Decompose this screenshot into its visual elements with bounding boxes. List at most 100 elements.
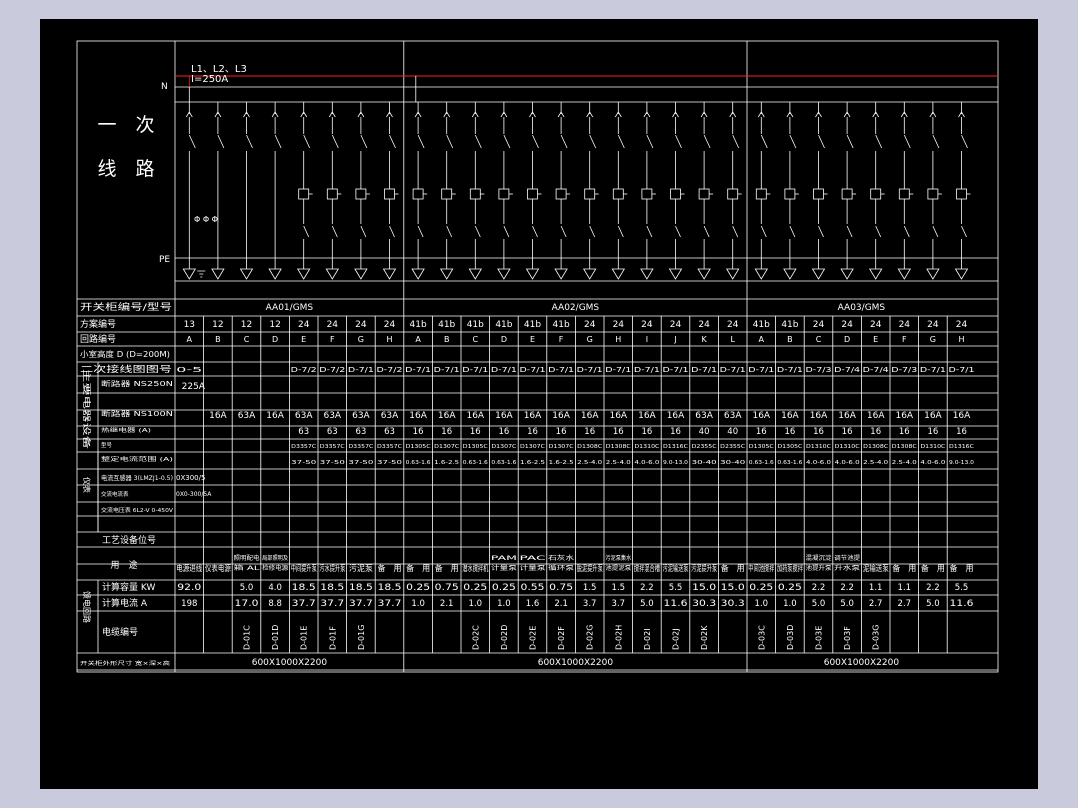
row-label-cable: 电缆编号: [102, 626, 138, 638]
current-cell: 198: [181, 599, 197, 609]
outgoing-terminal-arrow: [439, 268, 454, 280]
breaker-feed-cell: 16A: [867, 411, 885, 421]
row-label-meters: 仪表: [82, 477, 92, 493]
breaker-contact-mark: [271, 111, 279, 118]
capacity-cell: 0.25: [778, 583, 802, 593]
outgoing-terminal-arrow: [840, 268, 854, 280]
breaker-switch-blade: [417, 134, 425, 149]
electrical-schematic: 一 次线 路L1、L2、L3I=250ANPEΦ Φ Φ开关柜编号/型号方案编号…: [76, 40, 999, 673]
secondary-cell: D-7/1: [777, 366, 803, 374]
row-label-secondary: 二次接线图图号: [80, 364, 172, 375]
outgoing-terminal-arrow: [468, 268, 483, 280]
cabinet-dimensions: 600X1000X2200: [538, 658, 614, 668]
scheme-cell: 24: [298, 320, 310, 330]
drawing-canvas: 一 次线 路 L1、L2、L3 I=250A N PE Φ Φ Φ 开关柜编号/型号 方案编号…: [40, 19, 1038, 789]
outgoing-terminal-arrow: [725, 268, 740, 280]
outgoing-terminal-arrow: [611, 268, 626, 280]
circuit-cell: E: [873, 335, 878, 344]
current-cell: 37.7: [292, 599, 316, 609]
secondary-cell: D-7/1: [605, 366, 631, 374]
cabinet-name: AA03/GMS: [838, 303, 886, 313]
breaker-contact-mark: [357, 111, 365, 118]
scheme-cell: 41b: [553, 320, 570, 330]
row-label-scheme: 方案编号: [80, 318, 116, 330]
breaker-switch-blade: [789, 134, 797, 149]
outgoing-terminal-arrow: [325, 268, 340, 280]
contactor-contact: [331, 225, 338, 238]
usage-cell: 备 用: [435, 563, 459, 573]
cable-cell: D-01G: [357, 625, 366, 650]
breaker-feed-cell: 16A: [838, 411, 856, 421]
row-label-voltmeter: 交流电压表 6L2-V 0-450V: [101, 506, 173, 514]
contactor-range-cell: 0.63-1.6: [406, 460, 432, 466]
breaker-contact-mark: [529, 111, 536, 118]
cable-cell: D-03G: [872, 625, 881, 650]
usage-cell-line: 照明配电: [234, 554, 260, 562]
breaker-contact-mark: [958, 111, 965, 118]
outgoing-terminal-arrow: [897, 268, 912, 280]
breaker-contact-mark: [757, 111, 765, 118]
outgoing-terminal-arrow: [354, 268, 368, 280]
thermal-cell: 16: [527, 427, 538, 437]
contactor-contact: [875, 225, 882, 238]
thermal-relay-box: [755, 188, 767, 200]
current-cell: 1.0: [783, 599, 797, 609]
thermal-relay-box: [727, 188, 739, 200]
breaker-contact-mark: [185, 111, 193, 118]
secondary-cell: D-7/2: [291, 366, 317, 374]
scheme-cell: 24: [956, 320, 968, 330]
breaker-switch-blade: [932, 134, 940, 149]
thermal-cell: 16: [413, 427, 424, 437]
contactor-model-cell: D1310C: [634, 444, 660, 450]
outgoing-terminal-arrow: [954, 268, 969, 280]
breaker-feed-cell: 16A: [752, 411, 770, 421]
contactor-model-cell: D1307C: [491, 444, 517, 450]
current-cell: 3.7: [612, 599, 626, 609]
breaker-feed-cell: 63A: [295, 411, 313, 421]
ct-cell: 0X300/5: [176, 474, 205, 482]
cable-cell: D-02K: [700, 625, 709, 650]
scheme-cell: 24: [670, 320, 682, 330]
secondary-cell: D-7/1: [520, 366, 546, 374]
breaker-switch-blade: [961, 134, 968, 149]
contactor-range-cell: 9.0-13.0: [663, 460, 689, 466]
current-cell: 37.7: [320, 599, 344, 609]
cable-cell: D-02C: [471, 625, 480, 650]
current-cell: 1.0: [755, 599, 769, 609]
capacity-cell: 0.25: [406, 583, 430, 593]
thermal-relay-box: [441, 188, 453, 200]
scheme-cell: 41b: [524, 320, 541, 330]
contactor-model-cell: D1316C: [949, 444, 975, 450]
cable-cell: D-03F: [843, 626, 852, 650]
contactor-contact: [903, 225, 910, 238]
circuit-cell: A: [415, 335, 421, 344]
breaker-feed-cell: 63A: [238, 411, 256, 421]
contactor-model-cell: D1316C: [663, 444, 689, 450]
capacity-cell: 92.0: [177, 583, 201, 593]
contactor-range-cell: 0.63-1.6: [491, 460, 517, 466]
circuit-cell: A: [187, 335, 193, 344]
outgoing-terminal-arrow: [382, 268, 397, 280]
breaker-switch-blade: [532, 134, 539, 149]
capacity-cell: 0.25: [463, 583, 487, 593]
breaker-feed-cell: 16A: [609, 411, 627, 421]
thermal-cell: 16: [813, 427, 824, 437]
breaker-switch-blade: [675, 134, 682, 149]
circuit-cell: B: [444, 335, 450, 344]
contactor-range-cell: 1.6-2.5: [520, 460, 546, 466]
usage-cell: 污泥提升泵: [691, 563, 717, 573]
row-label-process: 工艺设备位号: [102, 534, 156, 546]
breaker-contact-mark: [843, 111, 851, 118]
circuit-cell: C: [244, 335, 250, 344]
contactor-model-cell: D1307C: [520, 444, 546, 450]
row-label-cabinet: 开关柜编号/型号: [80, 301, 172, 313]
usage-cell: 仪表电源: [205, 563, 231, 573]
breaker-switch-blade: [503, 134, 511, 149]
thermal-relay-box: [841, 188, 853, 200]
outgoing-terminal-arrow: [554, 268, 568, 280]
usage-cell: 潜水搅拌机: [462, 563, 488, 573]
outgoing-terminal-arrow: [811, 268, 826, 280]
circuit-cell: H: [386, 335, 392, 344]
capacity-cell: 1.1: [898, 583, 912, 593]
breaker-feed-cell: 16A: [409, 411, 427, 421]
